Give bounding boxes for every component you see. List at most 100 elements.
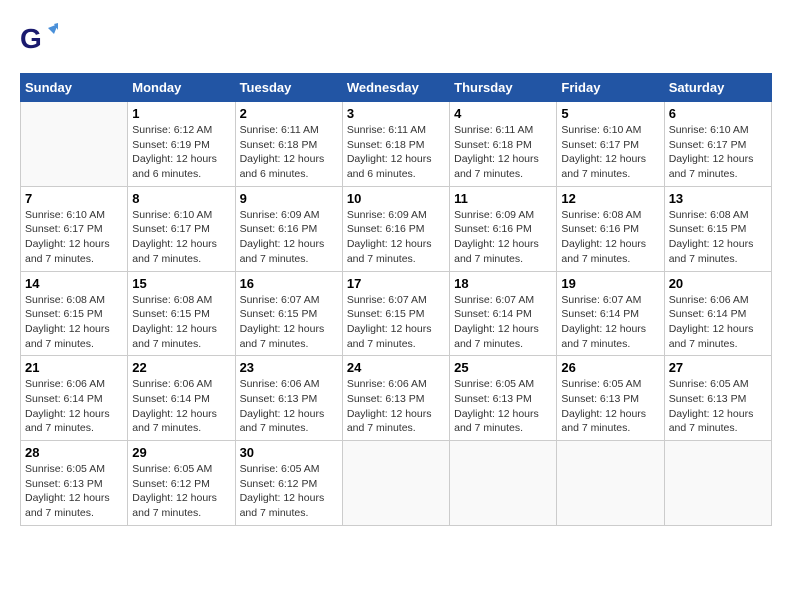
day-info: Sunrise: 6:07 AM Sunset: 6:14 PM Dayligh… [454, 293, 552, 352]
day-number: 23 [240, 360, 338, 375]
day-number: 21 [25, 360, 123, 375]
day-info: Sunrise: 6:12 AM Sunset: 6:19 PM Dayligh… [132, 123, 230, 182]
day-info: Sunrise: 6:08 AM Sunset: 6:16 PM Dayligh… [561, 208, 659, 267]
calendar-cell: 30 Sunrise: 6:05 AM Sunset: 6:12 PM Dayli… [235, 441, 342, 526]
calendar-cell [557, 441, 664, 526]
calendar-cell: 1Sunrise: 6:12 AM Sunset: 6:19 PM Daylig… [128, 102, 235, 187]
day-info: Sunrise: 6:06 AM Sunset: 6:14 PM Dayligh… [669, 293, 767, 352]
calendar-cell: 19 Sunrise: 6:07 AM Sunset: 6:14 PM Dayli… [557, 271, 664, 356]
day-number: 28 [25, 445, 123, 460]
calendar-cell: 27 Sunrise: 6:05 AM Sunset: 6:13 PM Dayli… [664, 356, 771, 441]
day-info: Sunrise: 6:05 AM Sunset: 6:12 PM Dayligh… [240, 462, 338, 521]
day-number: 14 [25, 276, 123, 291]
calendar-cell [21, 102, 128, 187]
day-number: 8 [132, 191, 230, 206]
day-info: Sunrise: 6:08 AM Sunset: 6:15 PM Dayligh… [669, 208, 767, 267]
calendar-cell: 22 Sunrise: 6:06 AM Sunset: 6:14 PM Dayli… [128, 356, 235, 441]
col-header-wednesday: Wednesday [342, 74, 449, 102]
day-number: 12 [561, 191, 659, 206]
calendar-cell: 6 Sunrise: 6:10 AM Sunset: 6:17 PM Daylig… [664, 102, 771, 187]
calendar-cell: 23 Sunrise: 6:06 AM Sunset: 6:13 PM Dayli… [235, 356, 342, 441]
day-info: Sunrise: 6:06 AM Sunset: 6:14 PM Dayligh… [132, 377, 230, 436]
logo-icon: G [20, 20, 58, 63]
day-info: Sunrise: 6:11 AM Sunset: 6:18 PM Dayligh… [240, 123, 338, 182]
calendar-cell: 2 Sunrise: 6:11 AM Sunset: 6:18 PM Daylig… [235, 102, 342, 187]
day-info: Sunrise: 6:07 AM Sunset: 6:15 PM Dayligh… [347, 293, 445, 352]
day-info: Sunrise: 6:11 AM Sunset: 6:18 PM Dayligh… [347, 123, 445, 182]
calendar-cell: 13 Sunrise: 6:08 AM Sunset: 6:15 PM Dayli… [664, 186, 771, 271]
calendar-table: SundayMondayTuesdayWednesdayThursdayFrid… [20, 73, 772, 526]
day-info: Sunrise: 6:09 AM Sunset: 6:16 PM Dayligh… [240, 208, 338, 267]
day-info: Sunrise: 6:06 AM Sunset: 6:13 PM Dayligh… [347, 377, 445, 436]
day-number: 30 [240, 445, 338, 460]
day-info: Sunrise: 6:06 AM Sunset: 6:14 PM Dayligh… [25, 377, 123, 436]
col-header-friday: Friday [557, 74, 664, 102]
day-info: Sunrise: 6:07 AM Sunset: 6:15 PM Dayligh… [240, 293, 338, 352]
calendar-cell [342, 441, 449, 526]
col-header-tuesday: Tuesday [235, 74, 342, 102]
calendar-cell: 4 Sunrise: 6:11 AM Sunset: 6:18 PM Daylig… [450, 102, 557, 187]
calendar-cell: 20 Sunrise: 6:06 AM Sunset: 6:14 PM Dayli… [664, 271, 771, 356]
day-info: Sunrise: 6:09 AM Sunset: 6:16 PM Dayligh… [454, 208, 552, 267]
calendar-cell: 28 Sunrise: 6:05 AM Sunset: 6:13 PM Dayli… [21, 441, 128, 526]
day-info: Sunrise: 6:05 AM Sunset: 6:13 PM Dayligh… [454, 377, 552, 436]
day-number: 25 [454, 360, 552, 375]
day-info: Sunrise: 6:09 AM Sunset: 6:16 PM Dayligh… [347, 208, 445, 267]
day-number: 20 [669, 276, 767, 291]
col-header-saturday: Saturday [664, 74, 771, 102]
day-info: Sunrise: 6:07 AM Sunset: 6:14 PM Dayligh… [561, 293, 659, 352]
day-info: Sunrise: 6:08 AM Sunset: 6:15 PM Dayligh… [25, 293, 123, 352]
calendar-cell: 9 Sunrise: 6:09 AM Sunset: 6:16 PM Daylig… [235, 186, 342, 271]
calendar-cell: 15Sunrise: 6:08 AM Sunset: 6:15 PM Dayli… [128, 271, 235, 356]
day-number: 26 [561, 360, 659, 375]
day-info: Sunrise: 6:05 AM Sunset: 6:13 PM Dayligh… [25, 462, 123, 521]
day-info: Sunrise: 6:05 AM Sunset: 6:12 PM Dayligh… [132, 462, 230, 521]
calendar-cell: 25 Sunrise: 6:05 AM Sunset: 6:13 PM Dayli… [450, 356, 557, 441]
calendar-cell: 16 Sunrise: 6:07 AM Sunset: 6:15 PM Dayli… [235, 271, 342, 356]
calendar-cell: 10 Sunrise: 6:09 AM Sunset: 6:16 PM Dayli… [342, 186, 449, 271]
day-info: Sunrise: 6:10 AM Sunset: 6:17 PM Dayligh… [669, 123, 767, 182]
calendar-cell: 24 Sunrise: 6:06 AM Sunset: 6:13 PM Dayli… [342, 356, 449, 441]
day-number: 29 [132, 445, 230, 460]
day-number: 18 [454, 276, 552, 291]
day-info: Sunrise: 6:05 AM Sunset: 6:13 PM Dayligh… [561, 377, 659, 436]
page-header: G [20, 20, 772, 63]
calendar-cell: 21 Sunrise: 6:06 AM Sunset: 6:14 PM Dayli… [21, 356, 128, 441]
day-number: 19 [561, 276, 659, 291]
day-number: 13 [669, 191, 767, 206]
day-info: Sunrise: 6:06 AM Sunset: 6:13 PM Dayligh… [240, 377, 338, 436]
day-number: 7 [25, 191, 123, 206]
day-number: 11 [454, 191, 552, 206]
day-info: Sunrise: 6:05 AM Sunset: 6:13 PM Dayligh… [669, 377, 767, 436]
day-number: 22 [132, 360, 230, 375]
calendar-cell: 26 Sunrise: 6:05 AM Sunset: 6:13 PM Dayli… [557, 356, 664, 441]
day-number: 16 [240, 276, 338, 291]
day-number: 10 [347, 191, 445, 206]
day-number: 6 [669, 106, 767, 121]
calendar-cell: 29 Sunrise: 6:05 AM Sunset: 6:12 PM Dayli… [128, 441, 235, 526]
calendar-cell: 3Sunrise: 6:11 AM Sunset: 6:18 PM Daylig… [342, 102, 449, 187]
day-number: 24 [347, 360, 445, 375]
calendar-cell: 18 Sunrise: 6:07 AM Sunset: 6:14 PM Dayli… [450, 271, 557, 356]
day-number: 9 [240, 191, 338, 206]
day-number: 2 [240, 106, 338, 121]
day-info: Sunrise: 6:10 AM Sunset: 6:17 PM Dayligh… [561, 123, 659, 182]
svg-text:G: G [20, 23, 42, 54]
calendar-cell [664, 441, 771, 526]
day-number: 5 [561, 106, 659, 121]
day-number: 4 [454, 106, 552, 121]
col-header-monday: Monday [128, 74, 235, 102]
logo: G [20, 20, 62, 63]
calendar-cell: 11 Sunrise: 6:09 AM Sunset: 6:16 PM Dayli… [450, 186, 557, 271]
day-number: 15 [132, 276, 230, 291]
calendar-cell: 12 Sunrise: 6:08 AM Sunset: 6:16 PM Dayli… [557, 186, 664, 271]
day-info: Sunrise: 6:11 AM Sunset: 6:18 PM Dayligh… [454, 123, 552, 182]
calendar-cell: 14 Sunrise: 6:08 AM Sunset: 6:15 PM Dayli… [21, 271, 128, 356]
col-header-sunday: Sunday [21, 74, 128, 102]
day-info: Sunrise: 6:10 AM Sunset: 6:17 PM Dayligh… [25, 208, 123, 267]
day-info: Sunrise: 6:10 AM Sunset: 6:17 PM Dayligh… [132, 208, 230, 267]
day-number: 27 [669, 360, 767, 375]
calendar-cell: 7 Sunrise: 6:10 AM Sunset: 6:17 PM Daylig… [21, 186, 128, 271]
day-number: 17 [347, 276, 445, 291]
col-header-thursday: Thursday [450, 74, 557, 102]
